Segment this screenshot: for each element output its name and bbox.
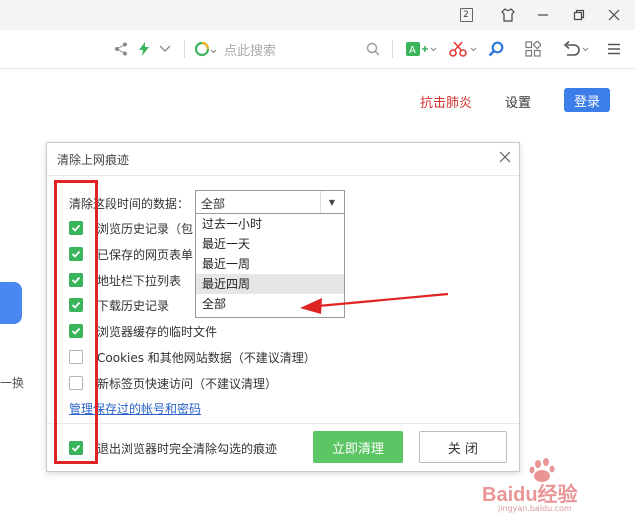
baidu-watermark: Baidu经验 jingyan.baidu.com — [478, 456, 628, 516]
checkbox-checked[interactable] — [69, 221, 83, 235]
dialog-title: 清除上网痕迹 — [57, 153, 130, 167]
item-browsing-history[interactable]: 浏览历史记录（包 — [69, 219, 193, 237]
item-label: 浏览器缓存的临时文件 — [97, 324, 218, 339]
window-titlebar: 2 — [0, 0, 635, 30]
apps-grid-icon[interactable] — [522, 38, 544, 60]
item-address-bar-list[interactable]: 地址栏下拉列表 — [69, 271, 181, 289]
magnifier-tool-icon[interactable] — [486, 38, 506, 60]
time-range-label: 清除这段时间的数据： — [69, 197, 190, 211]
checkbox-unchecked[interactable] — [69, 376, 83, 390]
tab-count-button[interactable]: 2 — [455, 4, 477, 26]
option-last-week[interactable]: 最近一周 — [196, 254, 344, 274]
item-download-history[interactable]: 下载历史记录 — [69, 296, 169, 314]
option-last-four-weeks[interactable]: 最近四周 — [196, 274, 344, 294]
tab-count: 2 — [459, 8, 473, 22]
close-window-icon[interactable] — [603, 4, 625, 26]
settings-link[interactable]: 设置 — [505, 92, 531, 111]
checkbox-checked[interactable] — [69, 441, 83, 455]
chevron-down-icon[interactable] — [157, 38, 173, 60]
option-past-hour[interactable]: 过去一小时 — [196, 214, 344, 234]
exit-clear-label: 退出浏览器时完全清除勾选的痕迹 — [97, 441, 278, 456]
checkbox-checked[interactable] — [69, 247, 83, 261]
lightning-icon[interactable] — [136, 38, 152, 60]
restore-icon[interactable] — [568, 4, 590, 26]
exit-clear-option[interactable]: 退出浏览器时完全清除勾选的痕迹 — [69, 439, 277, 457]
search-engine-icon[interactable] — [193, 38, 219, 60]
toolbar-divider — [184, 40, 185, 58]
watermark-subtext: jingyan.baidu.com — [498, 504, 572, 513]
item-label: 地址栏下拉列表 — [97, 273, 182, 288]
watermark-text: Baidu经验 — [482, 484, 578, 506]
option-last-day[interactable]: 最近一天 — [196, 234, 344, 254]
clean-now-button[interactable]: 立即清理 — [313, 431, 403, 463]
footer-divider — [47, 423, 519, 424]
menu-icon[interactable] — [604, 38, 624, 60]
share-icon[interactable] — [112, 38, 130, 60]
scissors-icon[interactable] — [448, 38, 480, 60]
time-range-selected: 全部 — [201, 197, 226, 211]
time-range-select[interactable]: 全部 ▼ — [195, 190, 345, 214]
checkbox-unchecked[interactable] — [69, 350, 83, 364]
fight-pneumonia-link[interactable]: 抗击肺炎 — [420, 92, 472, 111]
time-range-options: 过去一小时 最近一天 最近一周 最近四周 全部 — [195, 213, 345, 318]
shirt-icon[interactable] — [497, 4, 519, 26]
dialog-divider — [47, 175, 519, 176]
item-cache-files[interactable]: 浏览器缓存的临时文件 — [69, 322, 217, 340]
checkbox-checked[interactable] — [69, 298, 83, 312]
checkbox-checked[interactable] — [69, 273, 83, 287]
svg-text:A: A — [409, 45, 416, 56]
item-label: 已保存的网页表单 — [97, 247, 194, 262]
item-label: 新标签页快速访问（不建议清理） — [97, 376, 278, 391]
manage-passwords-link[interactable]: 管理保存过的帐号和密码 — [69, 400, 201, 417]
option-all[interactable]: 全部 — [196, 294, 344, 314]
login-button[interactable]: 登录 — [564, 88, 610, 112]
item-saved-forms[interactable]: 已保存的网页表单 — [69, 245, 193, 263]
minimize-icon[interactable] — [532, 4, 554, 26]
item-label: 下载历史记录 — [97, 298, 170, 313]
side-blue-tab[interactable] — [0, 282, 22, 324]
dialog-close-icon[interactable] — [497, 149, 513, 165]
toolbar-divider — [392, 40, 393, 58]
clear-history-dialog: 清除上网痕迹 清除这段时间的数据： 全部 ▼ 过去一小时 最近一天 最近一周 最… — [46, 142, 520, 472]
edge-text: 一换 — [0, 376, 25, 390]
browser-toolbar: 点此搜索 A — [0, 30, 635, 69]
undo-icon[interactable] — [560, 38, 594, 60]
translate-icon[interactable]: A — [404, 38, 440, 60]
search-input[interactable]: 点此搜索 — [224, 40, 276, 59]
checkbox-checked[interactable] — [69, 324, 83, 338]
dropdown-arrow-icon[interactable]: ▼ — [320, 191, 343, 213]
item-new-tab-quick-access[interactable]: 新标签页快速访问（不建议清理） — [69, 374, 277, 392]
item-label: Cookies 和其他网站数据（不建议清理） — [97, 350, 316, 365]
item-cookies[interactable]: Cookies 和其他网站数据（不建议清理） — [69, 348, 316, 366]
search-icon[interactable] — [364, 38, 382, 60]
item-label: 浏览历史记录（包 — [97, 221, 194, 236]
